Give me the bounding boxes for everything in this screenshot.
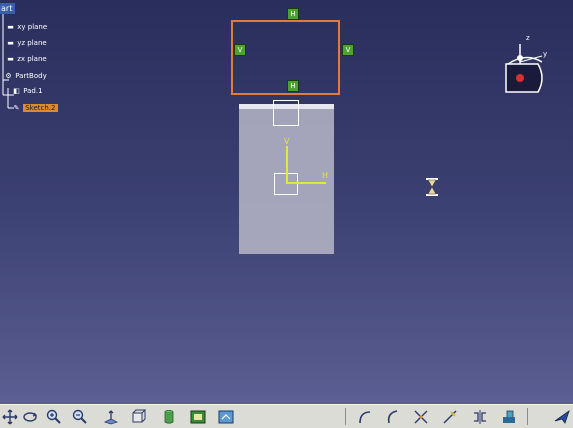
normal-view-icon[interactable]: [101, 407, 120, 426]
tree-node-xy-plane[interactable]: ▬ xy plane: [6, 22, 47, 32]
vertical-constraint-icon[interactable]: V: [234, 44, 246, 56]
tree-node-label: PartBody: [15, 72, 47, 80]
sketch-h-axis: [286, 182, 326, 184]
zoom-out-icon[interactable]: [70, 407, 89, 426]
vertical-constraint-icon[interactable]: V: [342, 44, 354, 56]
pan-icon[interactable]: [0, 407, 19, 426]
horizontal-constraint-icon[interactable]: H: [287, 80, 299, 92]
tree-node-pad[interactable]: ◧ Pad.1: [12, 86, 43, 96]
tree-root-part[interactable]: art: [0, 3, 16, 14]
trim-icon[interactable]: [411, 407, 430, 426]
tree-node-zx-plane[interactable]: ▬ zx plane: [6, 54, 47, 64]
tree-node-label: Pad.1: [23, 87, 43, 95]
mirror-icon[interactable]: [470, 407, 489, 426]
sketch-icon: ✎: [13, 104, 20, 112]
tree-node-label-selected: Sketch.2: [23, 104, 58, 112]
compass-z-label: z: [526, 34, 530, 42]
sketch-v-axis: [286, 146, 288, 184]
arc-icon[interactable]: [355, 407, 374, 426]
zoom-in-icon[interactable]: [44, 407, 63, 426]
compass-y-label: y: [543, 50, 548, 58]
pad-icon: ◧: [13, 87, 20, 95]
specification-tree: art ▬ xy plane ▬ yz plane ▬ zx plane ⚙ P…: [0, 0, 120, 120]
hide-show-icon[interactable]: [188, 407, 207, 426]
bottom-toolbar: [0, 404, 573, 428]
plane-icon: ▬: [7, 23, 14, 31]
pad-handle-box[interactable]: [273, 100, 299, 126]
toolbar-separator: [527, 408, 528, 425]
spline-icon[interactable]: [381, 407, 400, 426]
shading-icon[interactable]: [159, 407, 178, 426]
exit-workbench-icon[interactable]: [552, 407, 571, 426]
plane-icon: ▬: [7, 39, 14, 47]
rotate-icon[interactable]: [20, 407, 39, 426]
plane-icon: ▬: [7, 55, 14, 63]
tree-node-label: yz plane: [17, 39, 47, 47]
tree-node-label: zx plane: [17, 55, 47, 63]
hourglass-cursor-icon: [426, 178, 438, 196]
h-axis-label: H: [322, 171, 329, 180]
tree-node-partbody[interactable]: ⚙ PartBody: [4, 71, 47, 81]
partbody-icon: ⚙: [5, 72, 12, 80]
swap-view-icon[interactable]: [216, 407, 235, 426]
horizontal-constraint-icon[interactable]: H: [287, 8, 299, 20]
quick-trim-icon[interactable]: [440, 407, 459, 426]
tree-node-yz-plane[interactable]: ▬ yz plane: [6, 38, 47, 48]
v-axis-label: V: [284, 137, 290, 146]
tree-node-label: xy plane: [17, 23, 48, 31]
transform-icon[interactable]: [499, 407, 518, 426]
toolbar-separator: [345, 408, 346, 425]
compass[interactable]: z y: [498, 34, 548, 96]
multi-view-icon[interactable]: [129, 407, 148, 426]
tree-node-sketch[interactable]: ✎ Sketch.2: [12, 103, 58, 113]
sketch-rectangle[interactable]: [231, 20, 340, 95]
